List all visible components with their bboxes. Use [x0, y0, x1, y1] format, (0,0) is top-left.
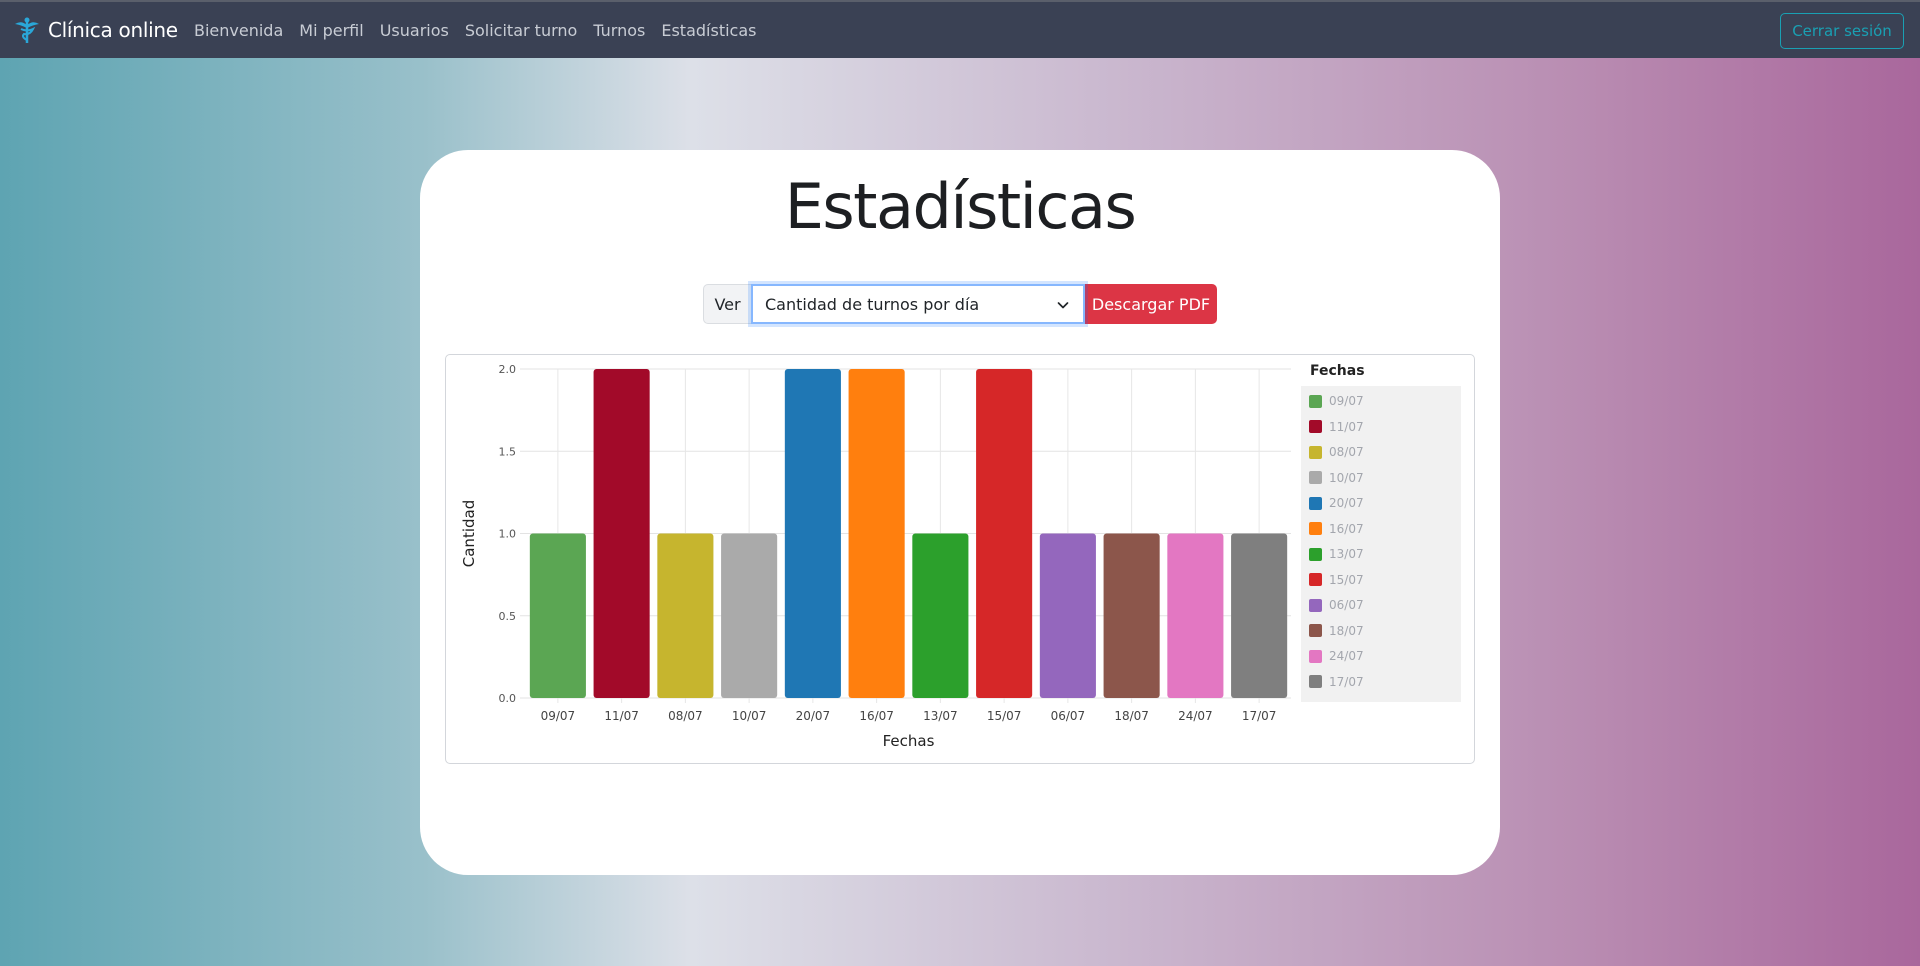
- nav-link-usuarios[interactable]: Usuarios: [380, 21, 449, 40]
- navbar: Clínica online Bienvenida Mi perfil Usua…: [0, 0, 1920, 58]
- legend-item[interactable]: 16/07: [1309, 521, 1364, 537]
- bar-06-07: [1039, 533, 1096, 698]
- y-tick-label: 0.5: [499, 610, 517, 623]
- bar-09-07: [529, 533, 586, 698]
- bar-10-07: [721, 533, 778, 698]
- legend-item[interactable]: 10/07: [1309, 470, 1364, 486]
- legend-swatch: [1309, 547, 1322, 561]
- x-tick-label: 08/07: [668, 709, 703, 723]
- brand[interactable]: Clínica online: [12, 14, 178, 46]
- nav-link-bienvenida[interactable]: Bienvenida: [194, 21, 283, 40]
- y-axis-label: Cantidad: [460, 500, 478, 567]
- legend-label: 24/07: [1329, 649, 1364, 663]
- x-tick-label: 09/07: [541, 709, 576, 723]
- bar-11-07: [593, 369, 650, 698]
- x-axis-label: Fechas: [883, 732, 935, 750]
- legend-item[interactable]: 15/07: [1309, 572, 1364, 588]
- chart-type-select[interactable]: Cantidad de turnos por día: [751, 284, 1085, 324]
- legend-item[interactable]: 06/07: [1309, 597, 1364, 613]
- legend-label: 08/07: [1329, 445, 1364, 459]
- legend-swatch: [1309, 649, 1322, 663]
- bar-20-07: [784, 369, 841, 698]
- bar-15-07: [976, 369, 1033, 698]
- x-tick-label: 11/07: [604, 709, 639, 723]
- y-tick-label: 1.0: [499, 528, 517, 541]
- chart-legend: 09/07 11/07 08/07 10/07 20/07 16/07 13/07 15/07…: [1301, 386, 1461, 702]
- bar-08-07: [657, 533, 714, 698]
- legend-label: 18/07: [1329, 623, 1364, 638]
- x-tick-label: 06/07: [1051, 709, 1086, 723]
- page-title: Estadísticas: [784, 170, 1137, 243]
- legend-swatch: [1309, 522, 1322, 535]
- legend-item[interactable]: 18/07: [1309, 623, 1364, 639]
- nav-link-turnos[interactable]: Turnos: [593, 21, 645, 40]
- legend-swatch: [1309, 598, 1322, 612]
- chart-controls: Ver Cantidad de turnos por día Descargar…: [703, 284, 1217, 324]
- y-tick-label: 2.0: [499, 363, 517, 376]
- nav-links: Bienvenida Mi perfil Usuarios Solicitar …: [194, 2, 772, 58]
- legend-label: 11/07: [1329, 419, 1364, 434]
- nav-link-estadisticas[interactable]: Estadísticas: [661, 21, 756, 40]
- legend-item[interactable]: 17/07: [1309, 674, 1364, 690]
- nav-link-mi-perfil[interactable]: Mi perfil: [299, 21, 363, 40]
- legend-label: 15/07: [1329, 572, 1364, 587]
- legend-label: 06/07: [1329, 598, 1364, 612]
- y-tick-label: 1.5: [499, 445, 517, 458]
- bar-24-07: [1167, 533, 1224, 698]
- chart-type-select-value: Cantidad de turnos por día: [765, 294, 980, 314]
- legend-label: 09/07: [1329, 394, 1364, 408]
- x-tick-label: 15/07: [987, 709, 1022, 723]
- bar-17-07: [1231, 533, 1288, 698]
- legend-swatch: [1309, 496, 1322, 510]
- nav-link-solicitar-turno[interactable]: Solicitar turno: [465, 21, 577, 40]
- legend-item[interactable]: 24/07: [1309, 648, 1364, 664]
- legend-title: Fechas: [1310, 363, 1365, 379]
- bar-16-07: [848, 369, 905, 698]
- legend-item[interactable]: 20/07: [1309, 495, 1364, 511]
- x-tick-label: 17/07: [1242, 709, 1277, 723]
- legend-swatch: [1309, 471, 1322, 484]
- legend-swatch: [1309, 394, 1322, 408]
- stats-card: Estadísticas Ver Cantidad de turnos por …: [420, 150, 1500, 875]
- bar-13-07: [912, 533, 969, 698]
- x-tick-label: 18/07: [1114, 709, 1149, 723]
- chevron-down-icon: [1057, 302, 1069, 309]
- legend-swatch: [1309, 624, 1322, 637]
- ver-label: Ver: [703, 284, 751, 324]
- legend-item[interactable]: 11/07: [1309, 419, 1364, 435]
- download-pdf-button[interactable]: Descargar PDF: [1085, 284, 1217, 324]
- x-tick-label: 24/07: [1178, 709, 1213, 723]
- legend-swatch: [1309, 445, 1322, 459]
- brand-name: Clínica online: [48, 18, 178, 42]
- legend-label: 20/07: [1329, 496, 1364, 510]
- chart-container: 0.0 0.5 1.0 1.5 2.0 09/07 11/07 08/07 10/07 20/07…: [445, 354, 1475, 764]
- legend-item[interactable]: 08/07: [1309, 444, 1364, 460]
- logout-button[interactable]: Cerrar sesión: [1780, 13, 1904, 49]
- legend-item[interactable]: 13/07: [1309, 546, 1364, 562]
- legend-label: 16/07: [1329, 521, 1364, 536]
- legend-swatch: [1309, 420, 1322, 433]
- legend-swatch: [1309, 573, 1322, 586]
- legend-item[interactable]: 09/07: [1309, 393, 1364, 409]
- x-tick-label: 13/07: [923, 709, 958, 723]
- x-tick-label: 10/07: [732, 709, 767, 723]
- caduceus-icon: [15, 17, 39, 43]
- x-tick-label: 16/07: [859, 709, 894, 723]
- legend-label: 13/07: [1329, 547, 1364, 561]
- bar-18-07: [1103, 533, 1160, 698]
- legend-label: 10/07: [1329, 470, 1364, 485]
- legend-label: 17/07: [1329, 674, 1364, 689]
- legend-swatch: [1309, 675, 1322, 688]
- x-tick-label: 20/07: [796, 709, 831, 723]
- y-tick-label: 0.0: [499, 692, 517, 705]
